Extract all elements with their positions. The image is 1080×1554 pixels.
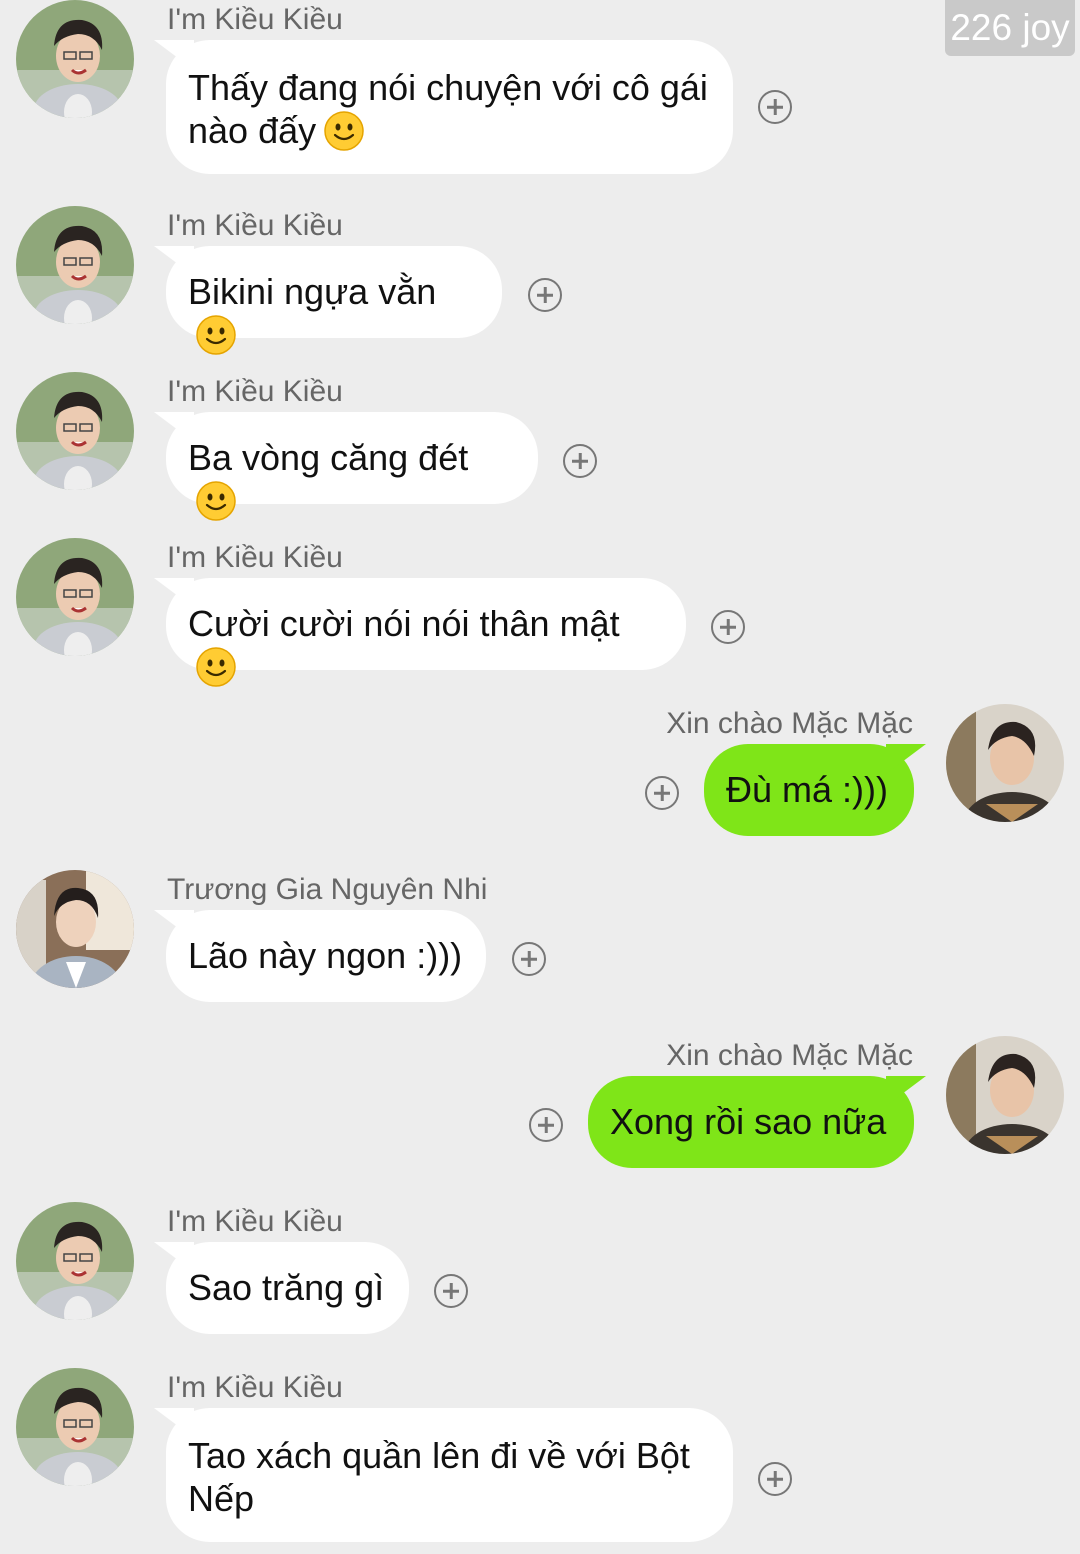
message-text-line2: nào đấy xyxy=(188,110,317,151)
message-text: Ba vòng căng đét xyxy=(188,437,469,478)
sender-name: I'm Kiều Kiều xyxy=(167,3,343,36)
message-bubble[interactable]: Cười cười nói nói thân mật xyxy=(166,578,686,670)
message-text: Bikini ngựa vằn xyxy=(188,271,437,312)
sender-name: I'm Kiều Kiều xyxy=(167,541,343,574)
avatar[interactable] xyxy=(16,372,134,490)
sender-name: Trương Gia Nguyên Nhi xyxy=(167,873,488,906)
add-reaction-icon[interactable] xyxy=(758,90,792,124)
avatar[interactable] xyxy=(16,870,134,988)
smiley-emoji-icon xyxy=(196,315,236,355)
sender-name: I'm Kiều Kiều xyxy=(167,375,343,408)
avatar[interactable] xyxy=(16,0,134,118)
message-text: Thấy đang nói chuyện với cô gái xyxy=(188,67,708,108)
message-bubble[interactable]: Tao xách quần lên đi về với Bột Nếp xyxy=(166,1408,733,1542)
add-reaction-icon[interactable] xyxy=(528,278,562,312)
add-reaction-icon[interactable] xyxy=(758,1462,792,1496)
avatar[interactable] xyxy=(16,538,134,656)
message-text: Lão này ngon :))) xyxy=(188,935,463,976)
avatar[interactable] xyxy=(16,1368,134,1486)
add-reaction-icon[interactable] xyxy=(434,1274,468,1308)
add-reaction-icon[interactable] xyxy=(563,444,597,478)
sender-name: I'm Kiều Kiều xyxy=(167,1371,343,1404)
message-bubble[interactable]: Lão này ngon :))) xyxy=(166,910,486,1002)
message-text: Đù má :))) xyxy=(726,769,888,810)
smiley-emoji-icon xyxy=(196,647,236,687)
message-text: Xong rồi sao nữa xyxy=(610,1101,887,1142)
watermark-label: 226 joy xyxy=(945,0,1075,56)
avatar[interactable] xyxy=(946,704,1064,822)
sender-name: I'm Kiều Kiều xyxy=(167,1205,343,1238)
sender-name: Xin chào Mặc Mặc xyxy=(666,707,913,740)
smiley-emoji-icon xyxy=(324,111,364,151)
avatar[interactable] xyxy=(946,1036,1064,1154)
message-bubble[interactable]: Sao trăng gì xyxy=(166,1242,409,1334)
smiley-emoji-icon xyxy=(196,481,236,521)
sender-name: I'm Kiều Kiều xyxy=(167,209,343,242)
message-bubble[interactable]: Ba vòng căng đét xyxy=(166,412,538,504)
message-bubble[interactable]: Bikini ngựa vằn xyxy=(166,246,502,338)
message-bubble[interactable]: Đù má :))) xyxy=(704,744,914,836)
add-reaction-icon[interactable] xyxy=(512,942,546,976)
message-bubble[interactable]: Xong rồi sao nữa xyxy=(588,1076,914,1168)
add-reaction-icon[interactable] xyxy=(645,776,679,810)
add-reaction-icon[interactable] xyxy=(711,610,745,644)
message-text: Cười cười nói nói thân mật xyxy=(188,603,620,644)
message-text: Tao xách quần lên đi về với Bột xyxy=(188,1435,690,1476)
sender-name: Xin chào Mặc Mặc xyxy=(666,1039,913,1072)
avatar[interactable] xyxy=(16,206,134,324)
message-text: Sao trăng gì xyxy=(188,1267,385,1308)
message-text-line2: Nếp xyxy=(188,1478,255,1519)
message-bubble[interactable]: Thấy đang nói chuyện với cô gái nào đấy xyxy=(166,40,733,174)
add-reaction-icon[interactable] xyxy=(529,1108,563,1142)
avatar[interactable] xyxy=(16,1202,134,1320)
